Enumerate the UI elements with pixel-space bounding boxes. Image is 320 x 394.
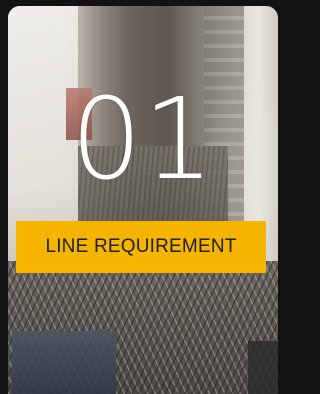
card-label-banner[interactable]: LINE REQUIREMENT [16, 221, 266, 273]
card-number: 01 [70, 75, 216, 205]
line-requirement-card[interactable]: 01 [8, 6, 278, 394]
card-label-text: LINE REQUIREMENT [45, 236, 237, 257]
photo-equipment-box-left [12, 331, 116, 394]
photo-equipment-box-right [248, 341, 278, 394]
